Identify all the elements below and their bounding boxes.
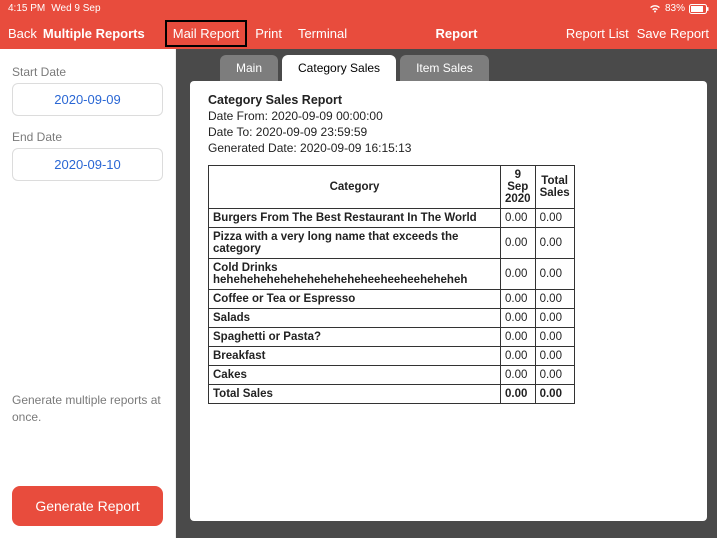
cell-total-value: 0.00 (535, 309, 574, 328)
cell-total-value: 0.00 (535, 328, 574, 347)
status-bar: 4:15 PM Wed 9 Sep 83% (0, 0, 717, 17)
table-row: Salads0.000.00 (209, 309, 575, 328)
tab-main[interactable]: Main (220, 55, 278, 81)
table-row: Spaghetti or Pasta?0.000.00 (209, 328, 575, 347)
sidebar-hint: Generate multiple reports at once. (12, 392, 163, 426)
cell-category: Pizza with a very long name that exceeds… (209, 228, 501, 259)
cell-category: Cold Drinks heheheheheheheheheheheheehee… (209, 259, 501, 290)
status-time: 4:15 PM (8, 3, 45, 14)
cell-date-value: 0.00 (501, 228, 536, 259)
tab-item-sales[interactable]: Item Sales (400, 55, 489, 81)
report-date-from: Date From: 2020-09-09 00:00:00 (208, 109, 689, 123)
cell-total-date: 0.00 (501, 385, 536, 404)
start-date-input[interactable]: 2020-09-09 (12, 83, 163, 116)
cell-total-label: Total Sales (209, 385, 501, 404)
sales-table: Category 9 Sep 2020 Total Sales Burgers … (208, 165, 575, 404)
table-total-row: Total Sales0.000.00 (209, 385, 575, 404)
page-title: Multiple Reports (43, 26, 145, 41)
nav-bar: Back Multiple Reports Mail Report Print … (0, 17, 717, 49)
table-row: Cold Drinks heheheheheheheheheheheheehee… (209, 259, 575, 290)
mail-report-button[interactable]: Mail Report (165, 20, 247, 47)
battery-icon (689, 4, 709, 14)
cell-date-value: 0.00 (501, 309, 536, 328)
col-total: Total Sales (535, 166, 574, 209)
table-row: Burgers From The Best Restaurant In The … (209, 209, 575, 228)
status-date: Wed 9 Sep (51, 3, 100, 14)
save-report-button[interactable]: Save Report (637, 22, 709, 45)
sidebar: Start Date 2020-09-09 End Date 2020-09-1… (0, 49, 176, 538)
cell-total-value: 0.00 (535, 366, 574, 385)
cell-date-value: 0.00 (501, 328, 536, 347)
table-row: Cakes0.000.00 (209, 366, 575, 385)
table-row: Coffee or Tea or Espresso0.000.00 (209, 290, 575, 309)
print-button[interactable]: Print (247, 22, 290, 45)
generate-report-button[interactable]: Generate Report (12, 486, 163, 526)
tab-category-sales[interactable]: Category Sales (282, 55, 396, 81)
cell-total-value: 0.00 (535, 228, 574, 259)
cell-category: Salads (209, 309, 501, 328)
report-list-button[interactable]: Report List (558, 22, 629, 45)
col-date: 9 Sep 2020 (501, 166, 536, 209)
cell-date-value: 0.00 (501, 290, 536, 309)
cell-date-value: 0.00 (501, 209, 536, 228)
tabs: Main Category Sales Item Sales (220, 55, 707, 81)
end-date-label: End Date (12, 130, 163, 144)
end-date-input[interactable]: 2020-09-10 (12, 148, 163, 181)
report-date-to: Date To: 2020-09-09 23:59:59 (208, 125, 689, 139)
report-title: Category Sales Report (208, 93, 689, 107)
table-row: Pizza with a very long name that exceeds… (209, 228, 575, 259)
col-category: Category (209, 166, 501, 209)
nav-center-title: Report (355, 26, 558, 41)
cell-total-value: 0.00 (535, 209, 574, 228)
cell-total-value: 0.00 (535, 290, 574, 309)
cell-grand-total: 0.00 (535, 385, 574, 404)
report-generated: Generated Date: 2020-09-09 16:15:13 (208, 141, 689, 155)
cell-total-value: 0.00 (535, 259, 574, 290)
content-area: Main Category Sales Item Sales Category … (176, 49, 717, 538)
table-row: Breakfast0.000.00 (209, 347, 575, 366)
wifi-icon (649, 4, 661, 13)
terminal-button[interactable]: Terminal (290, 22, 355, 45)
cell-date-value: 0.00 (501, 347, 536, 366)
battery-percent: 83% (665, 3, 685, 14)
cell-category: Coffee or Tea or Espresso (209, 290, 501, 309)
back-button[interactable]: Back (8, 26, 37, 41)
cell-total-value: 0.00 (535, 347, 574, 366)
report-panel: Category Sales Report Date From: 2020-09… (190, 81, 707, 521)
cell-category: Breakfast (209, 347, 501, 366)
cell-date-value: 0.00 (501, 366, 536, 385)
cell-date-value: 0.00 (501, 259, 536, 290)
cell-category: Burgers From The Best Restaurant In The … (209, 209, 501, 228)
cell-category: Cakes (209, 366, 501, 385)
start-date-label: Start Date (12, 65, 163, 79)
cell-category: Spaghetti or Pasta? (209, 328, 501, 347)
